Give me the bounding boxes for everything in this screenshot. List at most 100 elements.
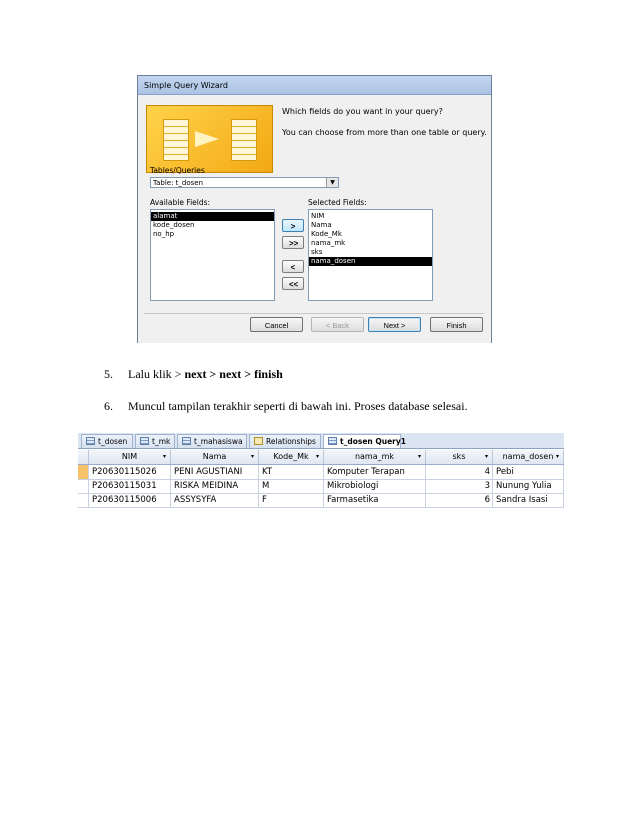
field-list-item[interactable]: Nama (309, 221, 432, 230)
table-cell[interactable]: M (259, 479, 324, 493)
simple-query-wizard-dialog: Simple Query Wizard Which fields do you … (137, 75, 492, 343)
table-cell[interactable]: Pebi (493, 465, 564, 479)
query-datasheet: t_dosen t_mk t_mahasiswa Relationships t… (78, 433, 564, 508)
column-header-sks[interactable]: sks ▾ (426, 450, 493, 464)
tables-queries-select[interactable]: Table: t_dosen ▼ (150, 177, 339, 188)
table-cell[interactable]: Mikrobiologi (324, 479, 426, 493)
table-cell[interactable]: P20630115006 (89, 493, 171, 507)
tab-relationships[interactable]: Relationships (249, 434, 321, 448)
field-list-item[interactable]: Kode_Mk (309, 230, 432, 239)
table-cell[interactable]: ASSYSYFA (171, 493, 259, 507)
table-cell[interactable]: Komputer Terapan (324, 465, 426, 479)
column-header-label: sks (452, 452, 466, 461)
field-list-item[interactable]: nama_dosen (309, 257, 432, 266)
cancel-button[interactable]: Cancel (250, 317, 303, 332)
step-number: 6. (104, 399, 113, 413)
table-cell[interactable]: 6 (426, 493, 493, 507)
step-5-paragraph: 5. Lalu klik > next > next > finish (104, 367, 283, 382)
wizard-panel: Which fields do you want in your query? … (138, 95, 491, 343)
tab-t-mahasiswa[interactable]: t_mahasiswa (177, 434, 247, 448)
column-header-label: Kode_Mk (273, 452, 309, 461)
table-cell[interactable]: 3 (426, 479, 493, 493)
finish-button[interactable]: Finish (430, 317, 483, 332)
back-button[interactable]: < Back (311, 317, 364, 332)
row-selector[interactable] (78, 465, 89, 479)
chevron-down-icon[interactable]: ▾ (485, 450, 488, 464)
select-all-cell[interactable] (78, 450, 89, 464)
source-table-icon (163, 119, 189, 161)
selected-fields-label: Selected Fields: (308, 198, 367, 207)
result-table-icon (231, 119, 257, 161)
step-text: Lalu klik > (128, 367, 185, 381)
add-all-fields-button[interactable]: >> (282, 236, 304, 249)
tab-t-dosen[interactable]: t_dosen (81, 434, 133, 448)
field-list-item[interactable]: alamat (151, 212, 274, 221)
add-field-button[interactable]: > (282, 219, 304, 232)
table-cell[interactable]: RISKA MEIDINA (171, 479, 259, 493)
dialog-separator (144, 313, 484, 314)
chevron-down-icon[interactable]: ▾ (251, 450, 254, 464)
column-header-label: nama_dosen (502, 452, 554, 461)
remove-all-fields-button[interactable]: << (282, 277, 304, 290)
tab-label: t_mahasiswa (194, 437, 243, 446)
chevron-down-icon[interactable]: ▾ (556, 450, 559, 464)
field-list-item[interactable]: sks (309, 248, 432, 257)
table-cell[interactable]: Sandra Isasi (493, 493, 564, 507)
chevron-down-icon[interactable]: ▾ (418, 450, 421, 464)
column-header-nama-mk[interactable]: nama_mk ▾ (324, 450, 426, 464)
table-cell[interactable]: P20630115031 (89, 479, 171, 493)
column-header-nama[interactable]: Nama ▾ (171, 450, 259, 464)
next-button[interactable]: Next > (368, 317, 421, 332)
tab-label: Relationships (266, 437, 316, 446)
column-header-label: NIM (121, 452, 138, 461)
row-selector[interactable] (78, 479, 89, 493)
column-header-nama-dosen[interactable]: nama_dosen ▾ (493, 450, 564, 464)
table-cell[interactable]: P20630115026 (89, 465, 171, 479)
tab-label: t_dosen Query1 (340, 437, 406, 446)
available-fields-label: Available Fields: (150, 198, 211, 207)
row-selector[interactable] (78, 493, 89, 507)
step-bold-text: next > next > finish (184, 367, 283, 381)
table-cell[interactable]: PENI AGUSTIANI (171, 465, 259, 479)
column-header-nim[interactable]: NIM ▾ (89, 450, 171, 464)
tab-label: t_mk (152, 437, 171, 446)
chevron-down-icon[interactable]: ▾ (163, 450, 166, 464)
table-cell[interactable]: F (259, 493, 324, 507)
dialog-title: Simple Query Wizard (138, 76, 491, 95)
relationships-icon (254, 437, 263, 445)
table-row[interactable]: P20630115031 RISKA MEIDINA M Mikrobiologi 3 N… (78, 479, 564, 494)
table-cell[interactable]: KT (259, 465, 324, 479)
table-icon (86, 437, 95, 445)
object-tabs: t_dosen t_mk t_mahasiswa Relationships t… (78, 433, 564, 449)
wizard-banner-icon (146, 105, 273, 173)
tables-queries-label: Tables/Queries (150, 166, 205, 175)
tab-t-mk[interactable]: t_mk (135, 434, 175, 448)
remove-field-button[interactable]: < (282, 260, 304, 273)
field-list-item[interactable]: nama_mk (309, 239, 432, 248)
table-cell[interactable]: 4 (426, 465, 493, 479)
column-header-kode-mk[interactable]: Kode_Mk ▾ (259, 450, 324, 464)
chevron-down-icon[interactable]: ▾ (316, 450, 319, 464)
step-6-paragraph: 6. Muncul tampilan terakhir seperti di ba… (104, 399, 468, 414)
table-cell[interactable]: Farmasetika (324, 493, 426, 507)
wizard-question: Which fields do you want in your query? (282, 107, 443, 116)
chevron-down-icon[interactable]: ▼ (326, 178, 338, 187)
column-header-label: Nama (202, 452, 227, 461)
field-list-item[interactable]: no_hp (151, 230, 274, 239)
query-icon (328, 437, 337, 445)
available-fields-list[interactable]: alamat kode_dosen no_hp (150, 209, 275, 301)
table-icon (182, 437, 191, 445)
tab-label: t_dosen (98, 437, 128, 446)
step-number: 5. (104, 367, 113, 381)
table-row[interactable]: P20630115026 PENI AGUSTIANI KT Komputer Ter… (78, 465, 564, 480)
table-row[interactable]: P20630115006 ASSYSYFA F Farmasetika 6 Sandra … (78, 493, 564, 508)
wizard-hint: You can choose from more than one table … (282, 128, 487, 137)
tables-queries-value: Table: t_dosen (153, 179, 204, 187)
tab-t-dosen-query1[interactable]: t_dosen Query1 (323, 434, 406, 448)
table-icon (140, 437, 149, 445)
field-list-item[interactable]: kode_dosen (151, 221, 274, 230)
field-list-item[interactable]: NIM (309, 212, 432, 221)
column-header-label: nama_mk (354, 452, 395, 461)
selected-fields-list[interactable]: NIM Nama Kode_Mk nama_mk sks nama_dosen (308, 209, 433, 301)
table-cell[interactable]: Nunung Yulia (493, 479, 564, 493)
